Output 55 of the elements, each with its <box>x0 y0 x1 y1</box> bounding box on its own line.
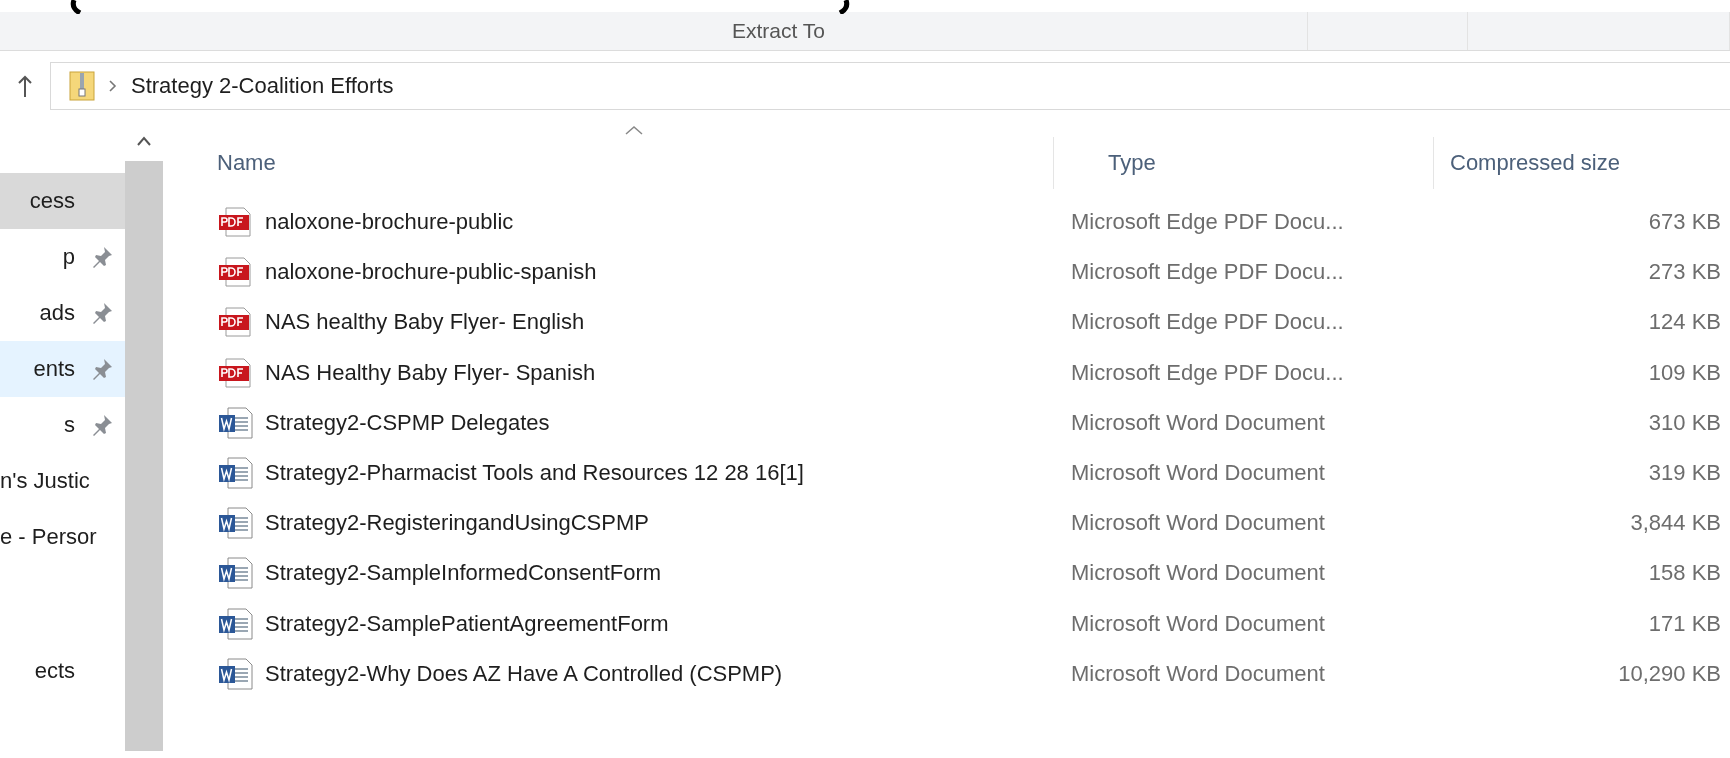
up-arrow-icon[interactable] <box>18 75 32 97</box>
nav-item[interactable]: e - Persor <box>0 509 125 565</box>
column-header[interactable]: Name <box>163 137 1054 189</box>
scrollbar-thumb[interactable] <box>125 161 163 751</box>
file-type: Microsoft Word Document <box>1070 660 1326 687</box>
nav-item[interactable]: s <box>0 397 125 453</box>
file-size: 10,290 KB <box>1617 660 1722 687</box>
file-size: 673 KB <box>1647 209 1722 236</box>
word-document-icon <box>218 607 256 640</box>
file-name[interactable]: naloxone-brochure-public-spanish <box>265 259 597 286</box>
word-document-icon <box>218 457 256 490</box>
file-name[interactable]: Strategy2-SampleInformedConsentForm <box>265 560 662 587</box>
file-type: Microsoft Word Document <box>1070 560 1326 587</box>
ribbon-label[interactable]: Extract To <box>482 19 825 43</box>
file-size: 124 KB <box>1647 309 1722 336</box>
scroll-up-icon[interactable] <box>137 136 151 146</box>
file-name[interactable]: Strategy2-SamplePatientAgreementForm <box>265 610 669 637</box>
word-document-icon <box>218 557 256 590</box>
file-size: 109 KB <box>1647 359 1722 386</box>
nav-item[interactable]: ects <box>0 643 125 699</box>
file-type: Microsoft Edge PDF Docu... <box>1070 359 1345 386</box>
nav-item[interactable]: p <box>0 229 125 285</box>
address-path: Strategy 2-Coalition Efforts <box>131 73 394 99</box>
address-bar[interactable]: Strategy 2-Coalition Efforts <box>50 62 1730 110</box>
file-size: 3,844 KB <box>1629 510 1722 537</box>
chevron-icon <box>109 80 117 92</box>
file-name[interactable]: naloxone-brochure-public <box>265 209 514 236</box>
nav-item[interactable]: n's Justic <box>0 453 125 509</box>
word-document-icon <box>218 657 256 690</box>
file-type: Microsoft Edge PDF Docu... <box>1070 309 1345 336</box>
file-size: 171 KB <box>1647 610 1722 637</box>
file-name[interactable]: NAS healthy Baby Flyer- English <box>265 309 585 336</box>
word-document-icon <box>218 406 256 439</box>
column-header[interactable]: Compressed size <box>1434 137 1730 189</box>
file-type: Microsoft Word Document <box>1070 409 1326 436</box>
nav-item[interactable]: cess <box>0 173 125 229</box>
file-type: Microsoft Word Document <box>1070 460 1326 487</box>
file-size: 273 KB <box>1647 259 1722 286</box>
zip-folder-icon <box>69 71 95 101</box>
file-type: Microsoft Word Document <box>1070 610 1326 637</box>
column-header[interactable]: Type <box>1054 137 1434 189</box>
file-name[interactable]: Strategy2-Why Does AZ Have A Controlled (CSPMP) <box>265 660 783 687</box>
nav-item[interactable]: ents <box>0 341 125 397</box>
nav-item[interactable]: ads <box>0 285 125 341</box>
file-type: Microsoft Edge PDF Docu... <box>1070 259 1345 286</box>
file-size: 310 KB <box>1647 409 1722 436</box>
file-name[interactable]: Strategy2-CSPMP Delegates <box>265 409 550 436</box>
file-name[interactable]: Strategy2-RegisteringandUsingCSPMP <box>265 510 649 537</box>
file-size: 158 KB <box>1647 560 1722 587</box>
file-size: 319 KB <box>1647 460 1722 487</box>
file-name[interactable]: Strategy2-Pharmacist Tools and Resources 12 28 16[1] <box>265 460 804 487</box>
file-name[interactable]: NAS Healthy Baby Flyer- Spanish <box>265 359 596 386</box>
word-document-icon <box>218 507 256 540</box>
file-type: Microsoft Word Document <box>1070 510 1326 537</box>
file-type: Microsoft Edge PDF Docu... <box>1070 209 1345 236</box>
